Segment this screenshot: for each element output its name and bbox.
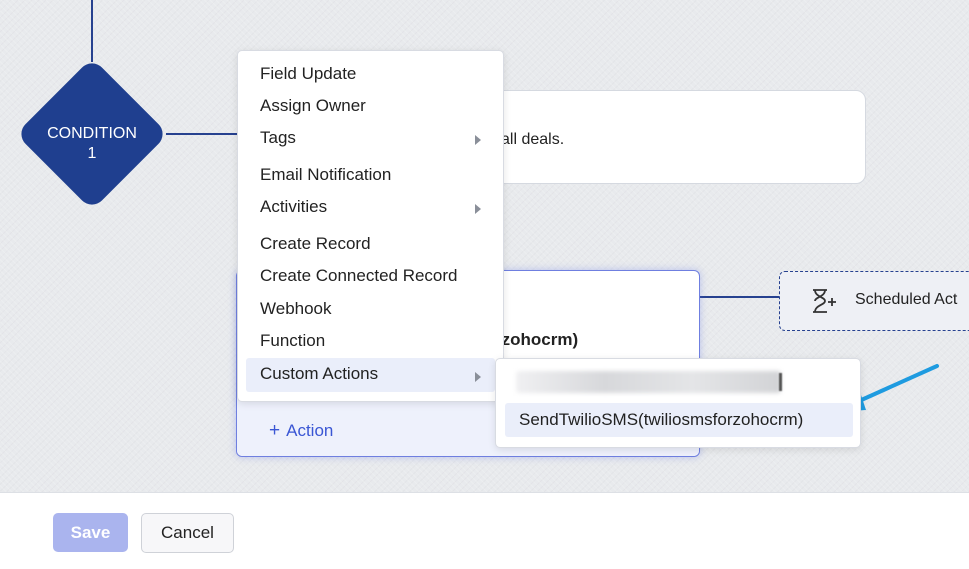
menu-item-create-connected-record[interactable]: Create Connected Record [246,260,495,292]
menu-item-label: Email Notification [260,165,392,184]
connector-line-top [91,0,93,62]
add-action-button[interactable]: + Action [269,420,333,442]
cancel-button[interactable]: Cancel [141,513,234,553]
custom-actions-submenu: SendTwilioSMS(twiliosmsforzohocrm) [495,358,861,448]
menu-item-email-notification[interactable]: Email Notification [246,159,495,191]
redacted-item[interactable] [516,371,781,393]
redacted-item-edge [779,373,782,391]
menu-item-label: Create Connected Record [260,266,458,285]
menu-item-function[interactable]: Function [246,325,495,357]
menu-item-label: Activities [260,197,328,216]
menu-item-label: Field Update [260,64,357,83]
menu-item-activities[interactable]: Activities [246,191,495,223]
submenu-item-send-twilio-sms[interactable]: SendTwilioSMS(twiliosmsforzohocrm) [505,403,853,437]
condition-card[interactable]: all deals. [470,90,866,184]
menu-item-create-record[interactable]: Create Record [246,228,495,260]
condition-label: CONDITION 1 [47,125,137,162]
action-partial-text: rzohocrm) [495,330,579,349]
menu-item-assign-owner[interactable]: Assign Owner [246,90,495,122]
menu-item-label: Custom Actions [260,364,379,383]
scheduled-action-node[interactable]: Scheduled Act [779,271,969,331]
menu-item-label: Webhook [260,299,332,318]
submenu-arrow-icon [475,135,481,145]
footer-bar: Save Cancel [0,492,969,569]
menu-item-label: Tags [260,128,296,147]
save-button[interactable]: Save [53,513,128,552]
menu-item-label: Function [260,331,326,350]
scheduled-action-label: Scheduled Act [855,291,958,308]
submenu-arrow-icon [475,372,481,382]
menu-item-tags[interactable]: Tags [246,122,495,154]
submenu-item-label: SendTwilioSMS(twiliosmsforzohocrm) [519,410,804,429]
hourglass-plus-icon [813,289,836,313]
menu-item-field-update[interactable]: Field Update [246,58,495,90]
action-type-menu: Field Update Assign Owner Tags Email Not… [237,50,504,402]
menu-item-webhook[interactable]: Webhook [246,293,495,325]
condition-card-text: all deals. [501,131,565,148]
menu-item-custom-actions[interactable]: Custom Actions [246,358,495,392]
add-action-label: Action [286,421,334,440]
connector-line-scheduled [699,296,779,298]
submenu-arrow-icon [475,204,481,214]
connector-line-condition [166,133,238,135]
menu-item-label: Assign Owner [260,96,366,115]
plus-icon: + [269,420,281,441]
menu-item-label: Create Record [260,234,371,253]
